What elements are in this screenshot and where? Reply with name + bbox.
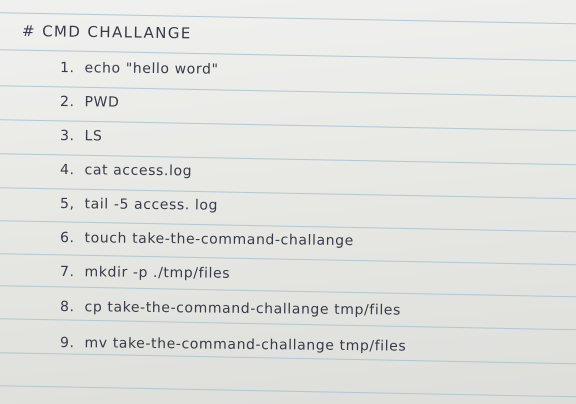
item-text: LS — [84, 128, 103, 145]
item-text: mkdir -p ./tmp/files — [84, 264, 231, 282]
ruled-line — [0, 285, 576, 298]
list-item: 7. mkdir -p ./tmp/files — [60, 264, 230, 282]
item-text: PWD — [84, 94, 120, 111]
list-item: 6. touch take-the-command-challange — [60, 230, 354, 249]
item-text: cat access.log — [84, 162, 193, 180]
item-text: tail -5 access. log — [84, 196, 219, 214]
item-number: 2. — [59, 94, 75, 111]
item-number: 9. — [59, 335, 75, 352]
ruled-line — [0, 385, 576, 398]
item-number: 7. — [59, 264, 75, 281]
item-number: 6. — [59, 230, 75, 247]
item-text: touch take-the-command-challange — [84, 230, 354, 250]
ruled-line — [0, 352, 576, 365]
list-item: 8. cp take-the-command-challange tmp/file… — [60, 299, 401, 319]
item-number: 4. — [59, 162, 75, 179]
item-number: 8. — [59, 299, 75, 316]
item-text: echo "hello word" — [84, 60, 219, 78]
list-item: 2. PWD — [60, 94, 120, 111]
list-item: 9. mv take-the-command-challange tmp/file… — [60, 335, 406, 355]
item-text: mv take-the-command-challange tmp/files — [84, 335, 407, 355]
list-item: 4. cat access.log — [60, 162, 192, 179]
note-title: # CMD CHALLANGE — [21, 22, 192, 43]
notebook-page: # CMD CHALLANGE 1. echo "hello word" 2. PW… — [0, 0, 576, 404]
item-text: cp take-the-command-challange tmp/files — [84, 299, 402, 319]
list-item: 1. echo "hello word" — [60, 60, 219, 78]
list-item: 5, tail -5 access. log — [60, 196, 218, 214]
item-number: 1. — [59, 60, 75, 77]
list-item: 3. LS — [60, 128, 103, 144]
item-number: 3. — [59, 128, 75, 145]
ruled-line — [0, 318, 576, 331]
item-number: 5, — [59, 196, 75, 213]
